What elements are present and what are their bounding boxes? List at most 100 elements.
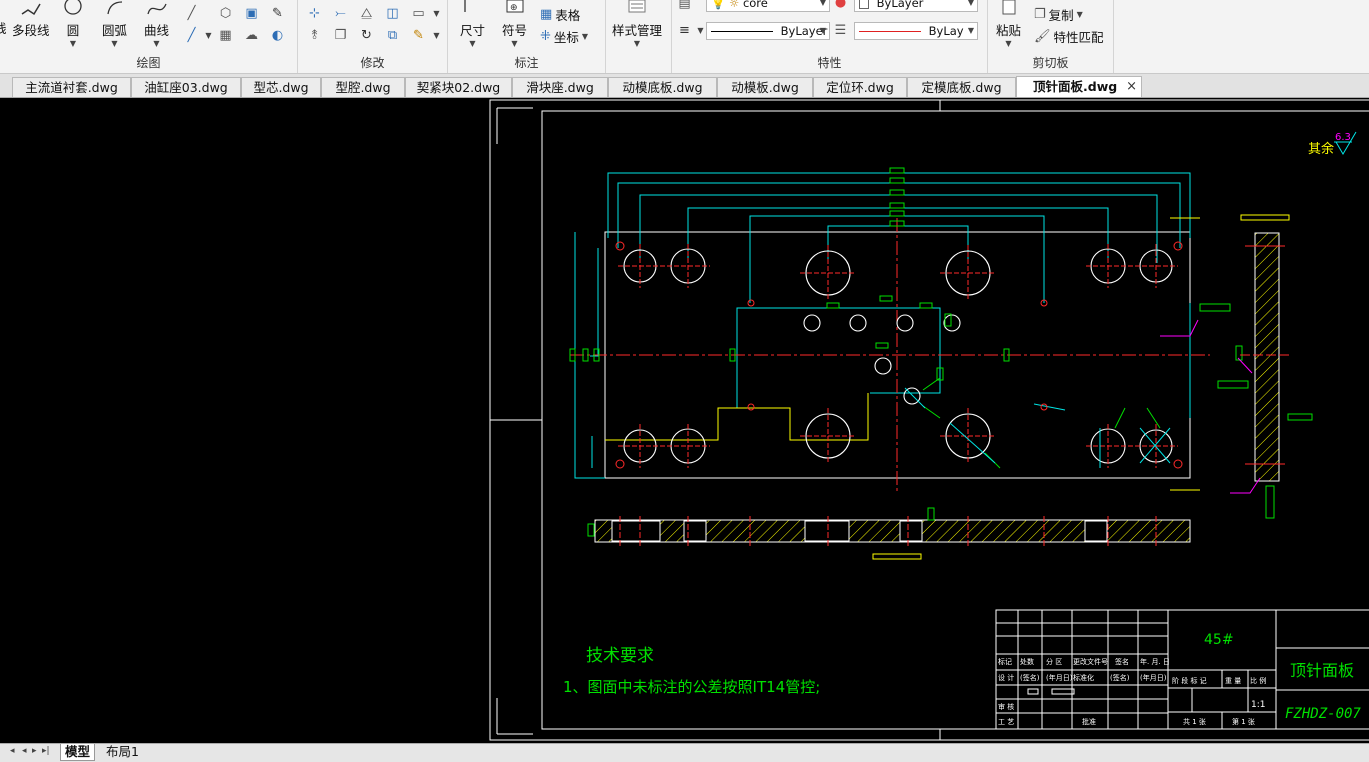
wipeout-icon[interactable]: ◐ bbox=[269, 28, 286, 44]
tab-0[interactable]: 主流道衬套.dwg bbox=[12, 77, 131, 97]
copy-dropdown-icon[interactable]: ▼ bbox=[1077, 10, 1083, 19]
mirror-icon[interactable]: ⧋ bbox=[358, 6, 375, 22]
construction-line-icon[interactable]: ╱ bbox=[183, 6, 200, 22]
angled-dim bbox=[1114, 407, 1126, 429]
surface-rest-text: 其余 bbox=[1308, 141, 1334, 157]
paste-dropdown-icon[interactable]: ▼ bbox=[996, 39, 1021, 48]
region-icon[interactable]: ⬡ bbox=[217, 6, 234, 22]
lineweight-combo[interactable]: ByLay ▼ bbox=[854, 22, 978, 40]
tab-4[interactable]: 契紧块02.dwg bbox=[405, 77, 512, 97]
coordinate-dropdown-icon[interactable]: ▼ bbox=[582, 32, 588, 41]
lightbulb-icon: 💡 bbox=[711, 0, 726, 10]
curve-button[interactable]: 曲线 ▼ bbox=[144, 0, 169, 48]
color-value: ByLayer bbox=[876, 0, 924, 10]
linetype-combo[interactable]: ByLayer ▼ bbox=[706, 22, 830, 40]
outer-border bbox=[489, 99, 1369, 741]
line-button[interactable]: 线 bbox=[0, 18, 7, 37]
layer-name: core bbox=[742, 0, 768, 10]
curve-dropdown-icon[interactable]: ▼ bbox=[144, 39, 169, 48]
layout-tab-model[interactable]: 模型 bbox=[60, 744, 96, 761]
tb-review: 审 核 bbox=[998, 702, 1014, 711]
next-layout-icon[interactable]: ▸ bbox=[32, 746, 37, 756]
section-plate bbox=[1254, 232, 1280, 482]
layout-tab-layout1[interactable]: 布局1 bbox=[102, 744, 143, 761]
tab-9[interactable]: 定模底板.dwg bbox=[907, 77, 1016, 97]
annotate-panel: 尺寸 ▼ ⊕ 符号 ▼ ▦ 表格 ⁜ 坐标 ▼ 标注 bbox=[448, 0, 606, 73]
color-dropdown-icon: ▼ bbox=[967, 0, 974, 7]
ray-dropdown-icon[interactable]: ▼ bbox=[200, 28, 217, 44]
array-icon[interactable]: ⧉ bbox=[384, 28, 401, 44]
rectangle-dropdown-icon[interactable]: ▼ bbox=[428, 6, 445, 22]
arc-dropdown-icon[interactable]: ▼ bbox=[102, 39, 127, 48]
tab-7[interactable]: 动模板.dwg bbox=[717, 77, 813, 97]
paste-button[interactable]: 粘贴 ▼ bbox=[996, 0, 1021, 48]
front-cut bbox=[1084, 520, 1108, 542]
tab-2[interactable]: 型芯.dwg bbox=[241, 77, 321, 97]
table-button[interactable]: ▦ 表格 bbox=[540, 5, 580, 24]
polyline-button[interactable]: 多段线 bbox=[12, 0, 50, 39]
tab-1[interactable]: 油缸座03.dwg bbox=[131, 77, 241, 97]
section-arrow bbox=[1237, 357, 1253, 374]
style-manager-dropdown-icon[interactable]: ▼ bbox=[612, 39, 662, 48]
drawing-canvas[interactable]: 其余 6.3 技术要求 1、图面中未标注的公差按照IT14管控; 标记 处数 分… bbox=[0, 98, 1369, 743]
circle-button[interactable]: 圆 ▼ bbox=[62, 0, 84, 48]
symbol-label: 符号 bbox=[502, 23, 528, 38]
revcloud-icon[interactable]: ☁ bbox=[243, 28, 260, 44]
coordinate-button[interactable]: ⁜ 坐标 ▼ bbox=[540, 27, 588, 46]
coordinate-icon: ⁜ bbox=[540, 29, 551, 44]
hatch-icon[interactable]: ▦ bbox=[217, 28, 234, 44]
symbol-button[interactable]: ⊕ 符号 ▼ bbox=[502, 0, 527, 48]
hole-crosses bbox=[618, 244, 1178, 468]
first-layout-icon[interactable]: ◂ bbox=[10, 746, 15, 756]
style-panel: 样式管理 ▼ bbox=[606, 0, 672, 73]
edit-dropdown-icon[interactable]: ▼ bbox=[428, 28, 445, 44]
color-combo[interactable]: ByLayer ▼ bbox=[854, 0, 978, 12]
layer-props-icon[interactable]: ▤ bbox=[676, 0, 693, 12]
rotate-icon[interactable]: ↻ bbox=[358, 28, 375, 44]
style-manager-button[interactable]: 样式管理 ▼ bbox=[612, 0, 662, 48]
copy-icon: ❐ bbox=[1034, 7, 1046, 22]
point-icon[interactable]: ✎ bbox=[269, 6, 286, 22]
circle-dropdown-icon[interactable]: ▼ bbox=[62, 39, 84, 48]
ray-icon[interactable]: ╱ bbox=[183, 28, 200, 44]
tb-date: 年. 月. 日 bbox=[1140, 657, 1170, 666]
trim-icon[interactable]: ⤚ bbox=[332, 6, 349, 22]
last-layout-icon[interactable]: ▸| bbox=[42, 746, 50, 756]
close-tab-icon[interactable]: × bbox=[1126, 77, 1137, 97]
tab-10[interactable]: 顶针面板.dwg × bbox=[1016, 76, 1142, 97]
ribbon: 线 多段线 圆 ▼ 圆弧 ▼ 曲线 ▼ ╱ ╱ ▼ ⬡ ▦ ▣ ☁ ✎ ◐ 绘图 bbox=[0, 0, 1369, 74]
front-cut bbox=[804, 520, 850, 542]
dimension-button[interactable]: 尺寸 ▼ bbox=[460, 0, 485, 48]
layer-states-icon[interactable]: ≡ bbox=[676, 23, 693, 39]
lineweight-sample bbox=[859, 31, 921, 32]
stretch-icon[interactable]: ⥉ bbox=[306, 28, 323, 44]
offset-icon[interactable]: ◫ bbox=[384, 6, 401, 22]
rectangle-icon[interactable]: ▭ bbox=[410, 6, 427, 22]
copy-button[interactable]: ❐ 复制 ▼ bbox=[1034, 5, 1083, 24]
arc-button[interactable]: 圆弧 ▼ bbox=[102, 0, 127, 48]
symbol-dropdown-icon[interactable]: ▼ bbox=[502, 39, 527, 48]
tb-weight: 重 量 bbox=[1225, 677, 1241, 685]
front-cut bbox=[683, 520, 707, 542]
match-props-button[interactable]: 🖌 特性匹配 bbox=[1034, 27, 1104, 46]
copy-sheet-icon[interactable]: ❐ bbox=[332, 28, 349, 44]
tab-3[interactable]: 型腔.dwg bbox=[321, 77, 405, 97]
tab-6[interactable]: 动模底板.dwg bbox=[608, 77, 717, 97]
curve-icon bbox=[146, 3, 167, 15]
color-swatch bbox=[859, 0, 869, 9]
prev-layout-icon[interactable]: ◂ bbox=[22, 746, 27, 756]
color-wheel-icon[interactable]: ● bbox=[832, 0, 849, 11]
move-icon[interactable]: ⊹ bbox=[306, 6, 323, 22]
edit-icon[interactable]: ✎ bbox=[410, 28, 427, 44]
tab-8[interactable]: 定位环.dwg bbox=[813, 77, 907, 97]
hole-center-marks bbox=[618, 244, 1178, 468]
dim-marker bbox=[587, 523, 595, 537]
layer-combo[interactable]: 💡 ☼ core ▼ bbox=[706, 0, 830, 12]
lineweight-icon[interactable]: ☰ bbox=[832, 23, 849, 39]
angled-dim bbox=[922, 405, 941, 419]
copy-label: 复制 bbox=[1048, 8, 1074, 23]
match-props-label: 特性匹配 bbox=[1053, 30, 1104, 45]
tab-5[interactable]: 滑块座.dwg bbox=[512, 77, 608, 97]
boundary-icon[interactable]: ▣ bbox=[243, 6, 260, 22]
dimension-dropdown-icon[interactable]: ▼ bbox=[460, 39, 485, 48]
